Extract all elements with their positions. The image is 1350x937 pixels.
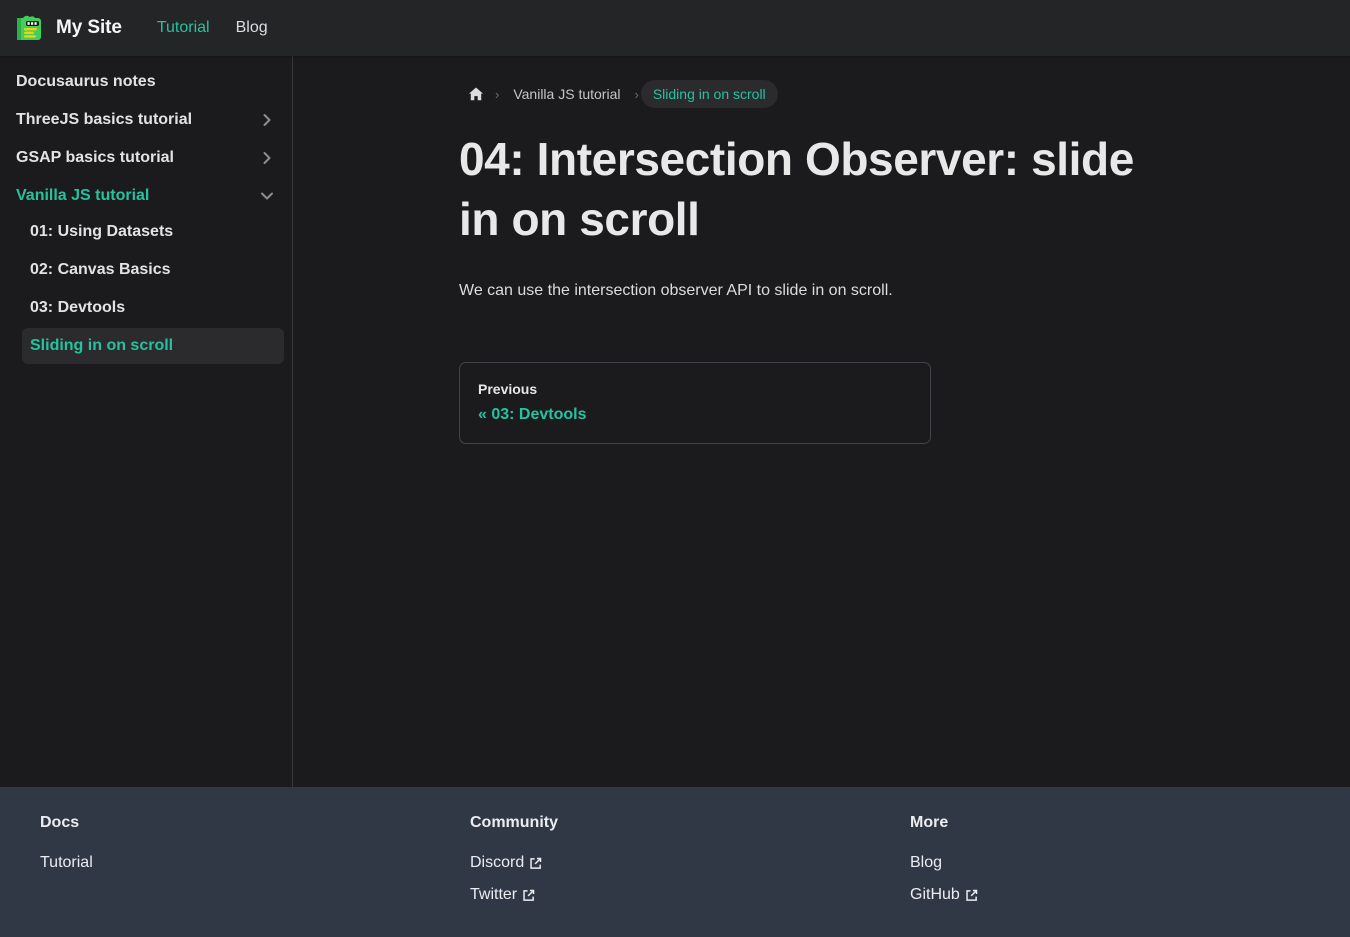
footer-row: Docs Tutorial Community Discord Twitter … bbox=[30, 811, 1320, 915]
sidebar-item-label: 01: Using Datasets bbox=[30, 223, 174, 240]
external-link-icon bbox=[966, 889, 978, 901]
footer-link-label: Twitter bbox=[470, 886, 518, 903]
breadcrumb-separator: › bbox=[493, 87, 501, 102]
list-item[interactable]: Tutorial bbox=[40, 851, 470, 875]
sidebar-link-vanilla-js-tutorial[interactable]: Vanilla JS tutorial bbox=[8, 178, 284, 214]
footer-link-label: Discord bbox=[470, 854, 525, 871]
pagination-nav: Previous « 03: Devtools bbox=[459, 361, 1184, 444]
navbar: My Site Tutorial Blog bbox=[0, 0, 1350, 56]
chevron-down-icon[interactable] bbox=[258, 187, 276, 205]
home-icon bbox=[469, 87, 483, 101]
sidebar-item-vanilla-js-tutorial[interactable]: Vanilla JS tutorial 01: Using Datasets 0… bbox=[8, 178, 284, 364]
footer-column-docs: Docs Tutorial bbox=[30, 811, 470, 915]
sidebar-item-01-using-datasets[interactable]: 01: Using Datasets bbox=[22, 214, 284, 250]
page-title: 04: Intersection Observer: slide in on s… bbox=[459, 133, 1134, 245]
breadcrumb-home-link[interactable] bbox=[459, 81, 493, 107]
list-item[interactable]: GitHub bbox=[910, 883, 1090, 907]
sidebar-item-label: Sliding in on scroll bbox=[30, 337, 174, 354]
sidebar-link-threejs-basics-tutorial[interactable]: ThreeJS basics tutorial bbox=[8, 102, 284, 138]
footer-heading-community: Community bbox=[470, 814, 558, 831]
external-link-icon bbox=[530, 857, 542, 869]
chevron-right-icon[interactable] bbox=[258, 111, 276, 129]
breadcrumb: › Vanilla JS tutorial › Sliding in on sc… bbox=[459, 80, 1184, 108]
breadcrumb-separator-glyph: › bbox=[634, 86, 639, 102]
footer-list-community: Discord Twitter bbox=[470, 851, 910, 907]
footer-link-label: Blog bbox=[910, 854, 943, 871]
sidebar-link-01-using-datasets[interactable]: 01: Using Datasets bbox=[22, 214, 284, 250]
breadcrumb-item-home[interactable] bbox=[459, 81, 493, 107]
navbar-brand[interactable]: My Site bbox=[14, 12, 122, 44]
nav-link-blog[interactable]: Blog bbox=[223, 13, 281, 43]
pagination-previous-card[interactable]: Previous « 03: Devtools bbox=[459, 361, 931, 444]
list-item[interactable]: Discord bbox=[470, 851, 910, 875]
sidebar-item-gsap-basics-tutorial[interactable]: GSAP basics tutorial bbox=[8, 140, 284, 176]
footer-column-more: More Blog GitHub bbox=[910, 811, 1090, 915]
breadcrumb-item-vanilla-js-tutorial[interactable]: Vanilla JS tutorial bbox=[501, 80, 632, 108]
sidebar-link-sliding-in-on-scroll[interactable]: Sliding in on scroll bbox=[22, 328, 284, 364]
chevron-right-icon[interactable] bbox=[258, 149, 276, 167]
breadcrumb-link-vanilla-js-tutorial[interactable]: Vanilla JS tutorial bbox=[501, 80, 632, 108]
list-item[interactable]: Twitter bbox=[470, 883, 910, 907]
navbar-links: Tutorial Blog bbox=[144, 13, 281, 43]
footer-link-github[interactable]: GitHub bbox=[910, 883, 978, 907]
footer-heading-more: More bbox=[910, 814, 949, 831]
sidebar-link-02-canvas-basics[interactable]: 02: Canvas Basics bbox=[22, 252, 284, 288]
doc-inner: › Vanilla JS tutorial › Sliding in on sc… bbox=[323, 80, 1320, 444]
breadcrumb-current-label: Sliding in on scroll bbox=[640, 80, 778, 108]
sidebar-item-threejs-basics-tutorial[interactable]: ThreeJS basics tutorial bbox=[8, 102, 284, 138]
page-wrap: Docusaurus notes ThreeJS basics tutorial… bbox=[0, 56, 1350, 787]
brand-title: My Site bbox=[56, 17, 122, 38]
sidebar-item-03-devtools[interactable]: 03: Devtools bbox=[22, 290, 284, 326]
sidebar-item-docusaurus-notes[interactable]: Docusaurus notes bbox=[8, 64, 284, 100]
external-link-icon bbox=[523, 889, 535, 901]
footer-column-community: Community Discord Twitter bbox=[470, 811, 910, 915]
breadcrumb-item-current: Sliding in on scroll bbox=[640, 80, 778, 108]
pagination-previous-title: « 03: Devtools bbox=[478, 405, 587, 423]
main-content: › Vanilla JS tutorial › Sliding in on sc… bbox=[293, 56, 1350, 787]
footer-link-tutorial[interactable]: Tutorial bbox=[40, 851, 93, 875]
breadcrumb-separator: › bbox=[632, 87, 640, 102]
footer-link-twitter[interactable]: Twitter bbox=[470, 883, 535, 907]
list-item[interactable]: Blog bbox=[910, 851, 1090, 875]
footer-heading-docs: Docs bbox=[40, 814, 80, 831]
footer-link-label: Tutorial bbox=[40, 854, 93, 871]
docusaurus-dino-logo-icon bbox=[17, 15, 41, 40]
sidebar-submenu-vanilla-js: 01: Using Datasets 02: Canvas Basics 03:… bbox=[8, 214, 284, 364]
sidebar-menu: Docusaurus notes ThreeJS basics tutorial… bbox=[0, 64, 292, 364]
footer-link-label: GitHub bbox=[910, 886, 960, 903]
footer-link-discord[interactable]: Discord bbox=[470, 851, 542, 875]
doc-paragraph: We can use the intersection observer API… bbox=[459, 281, 893, 299]
footer-list-docs: Tutorial bbox=[40, 851, 470, 875]
sidebar-link-03-devtools[interactable]: 03: Devtools bbox=[22, 290, 284, 326]
sidebar-item-sliding-in-on-scroll[interactable]: Sliding in on scroll bbox=[22, 328, 284, 364]
sidebar-item-label: Docusaurus notes bbox=[16, 73, 156, 90]
doc-container: › Vanilla JS tutorial › Sliding in on sc… bbox=[293, 56, 1350, 444]
sidebar-item-label: 02: Canvas Basics bbox=[30, 261, 171, 278]
sidebar-item-label: GSAP basics tutorial bbox=[16, 149, 174, 166]
footer-link-blog[interactable]: Blog bbox=[910, 851, 942, 875]
doc-sidebar: Docusaurus notes ThreeJS basics tutorial… bbox=[0, 56, 293, 787]
sidebar-item-02-canvas-basics[interactable]: 02: Canvas Basics bbox=[22, 252, 284, 288]
sidebar-item-label: Vanilla JS tutorial bbox=[16, 187, 150, 204]
breadcrumb-separator-glyph: › bbox=[495, 86, 500, 102]
pagination-previous-label: Previous bbox=[478, 380, 538, 397]
sidebar-link-gsap-basics-tutorial[interactable]: GSAP basics tutorial bbox=[8, 140, 284, 176]
sidebar-item-label: 03: Devtools bbox=[30, 299, 126, 316]
sidebar-item-label: ThreeJS basics tutorial bbox=[16, 111, 193, 128]
sidebar-link-docusaurus-notes[interactable]: Docusaurus notes bbox=[8, 64, 284, 100]
nav-link-tutorial[interactable]: Tutorial bbox=[144, 13, 223, 43]
site-footer: Docs Tutorial Community Discord Twitter … bbox=[0, 787, 1350, 937]
footer-list-more: Blog GitHub bbox=[910, 851, 1090, 907]
